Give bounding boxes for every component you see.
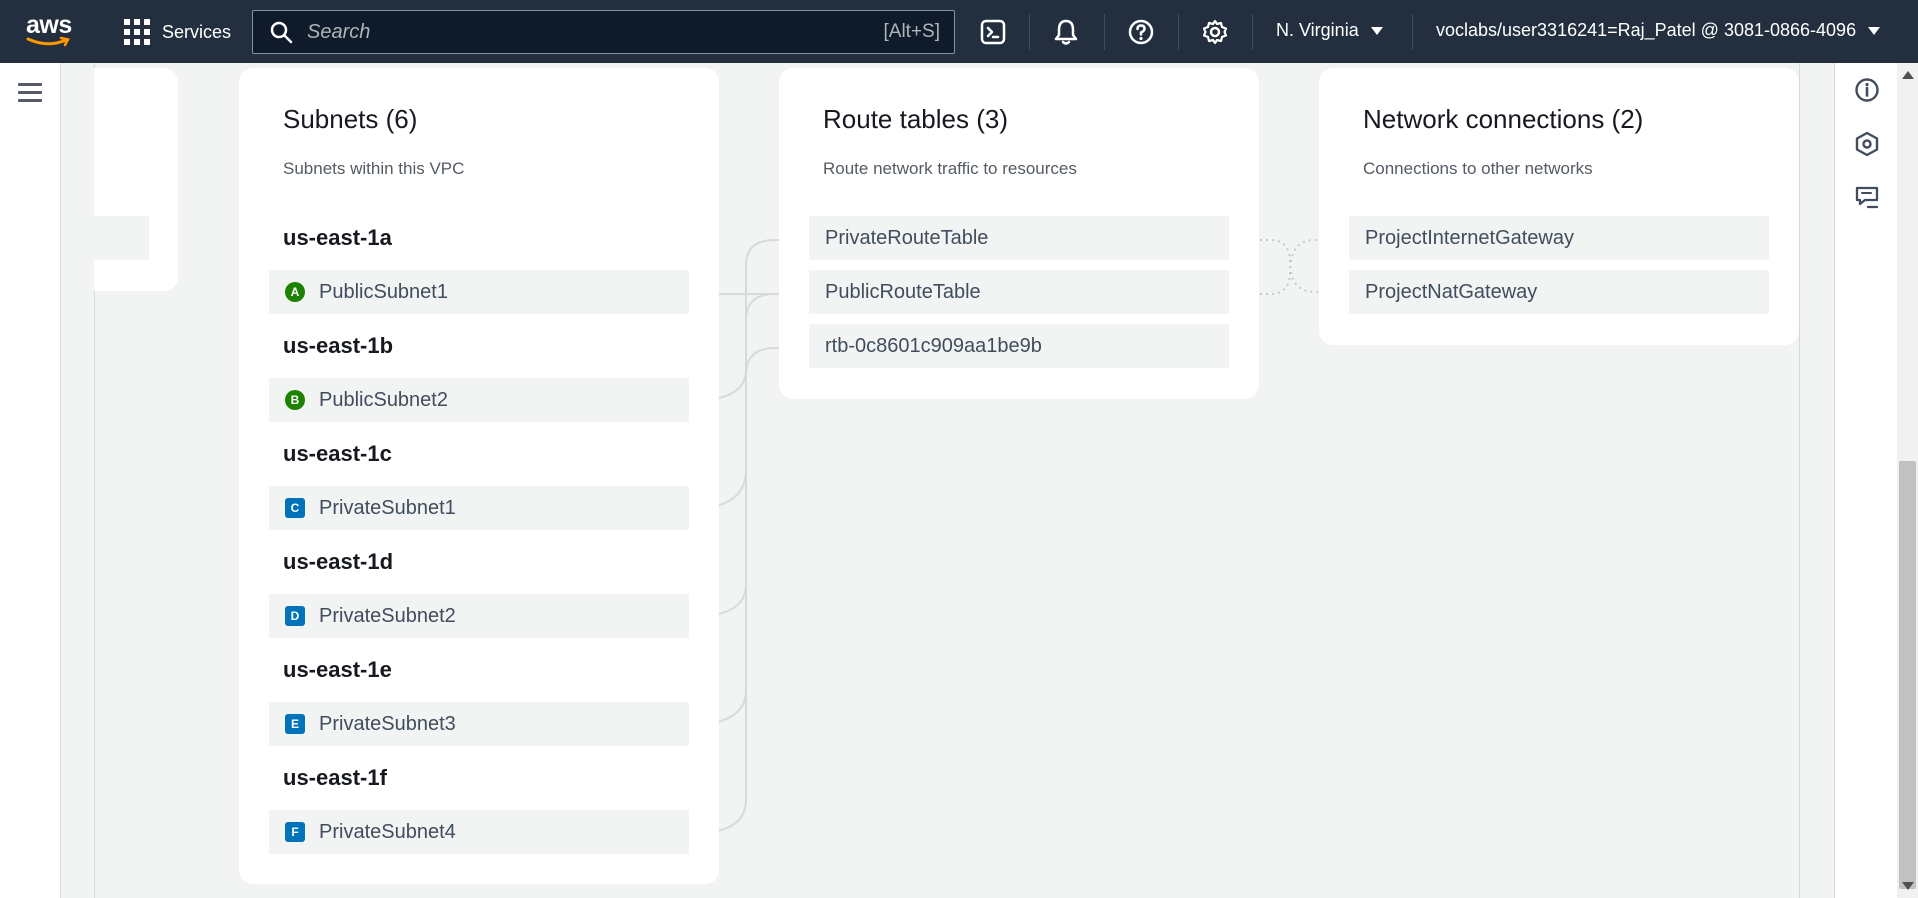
left-navigation-rail (0, 63, 61, 898)
route-table-row[interactable]: PrivateRouteTable (809, 216, 1229, 260)
hamburger-icon (18, 91, 42, 94)
caret-down-icon (1370, 26, 1383, 35)
account-label: voclabs/user3316241=Raj_Patel @ 3081-086… (1436, 20, 1857, 40)
settings-button[interactable] (1200, 17, 1230, 47)
nav-divider (1104, 14, 1105, 50)
public-subnet-badge-icon: B (285, 390, 305, 410)
help-button[interactable] (1126, 17, 1156, 47)
search-input[interactable] (307, 20, 867, 44)
hexagon-icon[interactable] (1854, 131, 1880, 157)
feedback-icon[interactable] (1854, 185, 1880, 211)
subnets-card: Subnets (6) Subnets within this VPC us-e… (239, 68, 719, 884)
route-table-name: PrivateRouteTable (825, 226, 989, 249)
subnet-name: PrivateSubnet4 (319, 820, 456, 843)
vertical-scrollbar[interactable] (1897, 63, 1918, 898)
subnet-name: PrivateSubnet3 (319, 712, 456, 735)
network-connection-name: ProjectInternetGateway (1365, 226, 1574, 249)
availability-zone-label: us-east-1f (283, 765, 387, 790)
network-connections-card: Network connections (2) Connections to o… (1319, 68, 1799, 345)
region-selector[interactable]: N. Virginia (1276, 20, 1383, 41)
scroll-up-arrow-icon[interactable] (1902, 71, 1914, 79)
caret-down-icon (1868, 26, 1881, 35)
network-connections-subtitle: Connections to other networks (1363, 159, 1593, 178)
hamburger-icon (18, 83, 42, 86)
route-table-name: rtb-0c8601c909aa1be9b (825, 334, 1042, 357)
subnet-row[interactable]: C PrivateSubnet1 (269, 486, 689, 530)
help-icon (1128, 19, 1154, 45)
top-navigation-bar: aws Services [Alt+S] (0, 0, 1918, 63)
private-subnet-badge-icon: C (285, 498, 305, 518)
subnets-subtitle: Subnets within this VPC (283, 159, 465, 178)
route-tables-subtitle: Route network traffic to resources (823, 159, 1077, 178)
network-connection-name: ProjectNatGateway (1365, 280, 1538, 303)
subnet-row[interactable]: E PrivateSubnet3 (269, 702, 689, 746)
subnet-row[interactable]: B PublicSubnet2 (269, 378, 689, 422)
subnet-row[interactable]: A PublicSubnet1 (269, 270, 689, 314)
network-connection-row[interactable]: ProjectNatGateway (1349, 270, 1769, 314)
nav-divider (1252, 14, 1253, 50)
route-table-row[interactable]: PublicRouteTable (809, 270, 1229, 314)
right-tools-rail (1834, 63, 1897, 898)
availability-zone-label: us-east-1b (283, 333, 394, 358)
notifications-button[interactable] (1051, 17, 1081, 47)
route-tables-title: Route tables (3) (823, 104, 1008, 134)
network-connection-row[interactable]: ProjectInternetGateway (1349, 216, 1769, 260)
network-connections-title: Network connections (2) (1363, 104, 1644, 134)
route-table-name: PublicRouteTable (825, 280, 981, 303)
vpc-card-partial (94, 68, 178, 291)
cloudshell-button[interactable] (978, 17, 1008, 47)
aws-logo[interactable]: aws (26, 11, 74, 50)
hamburger-icon (18, 99, 42, 102)
nav-divider (1178, 14, 1179, 50)
private-subnet-badge-icon: D (285, 606, 305, 626)
grid-icon (124, 19, 150, 45)
account-menu[interactable]: voclabs/user3316241=Raj_Patel @ 3081-086… (1436, 20, 1881, 41)
public-subnet-badge-icon: A (285, 282, 305, 302)
nav-divider (1029, 14, 1030, 50)
subnet-name: PublicSubnet2 (319, 388, 448, 411)
search-icon (270, 21, 293, 44)
availability-zone-label: us-east-1d (283, 549, 394, 574)
subnet-row[interactable]: D PrivateSubnet2 (269, 594, 689, 638)
private-subnet-badge-icon: E (285, 714, 305, 734)
scroll-down-arrow-icon[interactable] (1902, 882, 1914, 890)
scrollbar-thumb[interactable] (1899, 461, 1916, 889)
nav-divider (1412, 14, 1413, 50)
availability-zone-label: us-east-1a (283, 225, 392, 250)
info-icon[interactable] (1854, 77, 1880, 103)
subnet-row[interactable]: F PrivateSubnet4 (269, 810, 689, 854)
subnet-name: PrivateSubnet2 (319, 604, 456, 627)
aws-logo-text: aws (26, 11, 72, 39)
gear-icon (1202, 19, 1228, 45)
availability-zone-label: us-east-1e (283, 657, 392, 682)
subnet-name: PrivateSubnet1 (319, 496, 456, 519)
route-tables-card: Route tables (3) Route network traffic t… (779, 68, 1259, 399)
route-table-row[interactable]: rtb-0c8601c909aa1be9b (809, 324, 1229, 368)
region-label: N. Virginia (1276, 20, 1359, 40)
private-subnet-badge-icon: F (285, 822, 305, 842)
cloudshell-icon (980, 19, 1006, 45)
search-shortcut-hint: [Alt+S] (883, 21, 941, 42)
search-box[interactable]: [Alt+S] (252, 10, 955, 54)
bell-icon (1054, 19, 1078, 45)
aws-smile-icon (26, 36, 70, 47)
availability-zone-label: us-east-1c (283, 441, 392, 466)
subnets-title: Subnets (6) (283, 104, 418, 134)
menu-toggle-button[interactable] (18, 83, 42, 103)
vpc-row-partial[interactable] (94, 216, 149, 260)
services-menu-button[interactable]: Services (124, 19, 231, 45)
subnet-name: PublicSubnet1 (319, 280, 448, 303)
services-label: Services (162, 21, 232, 42)
